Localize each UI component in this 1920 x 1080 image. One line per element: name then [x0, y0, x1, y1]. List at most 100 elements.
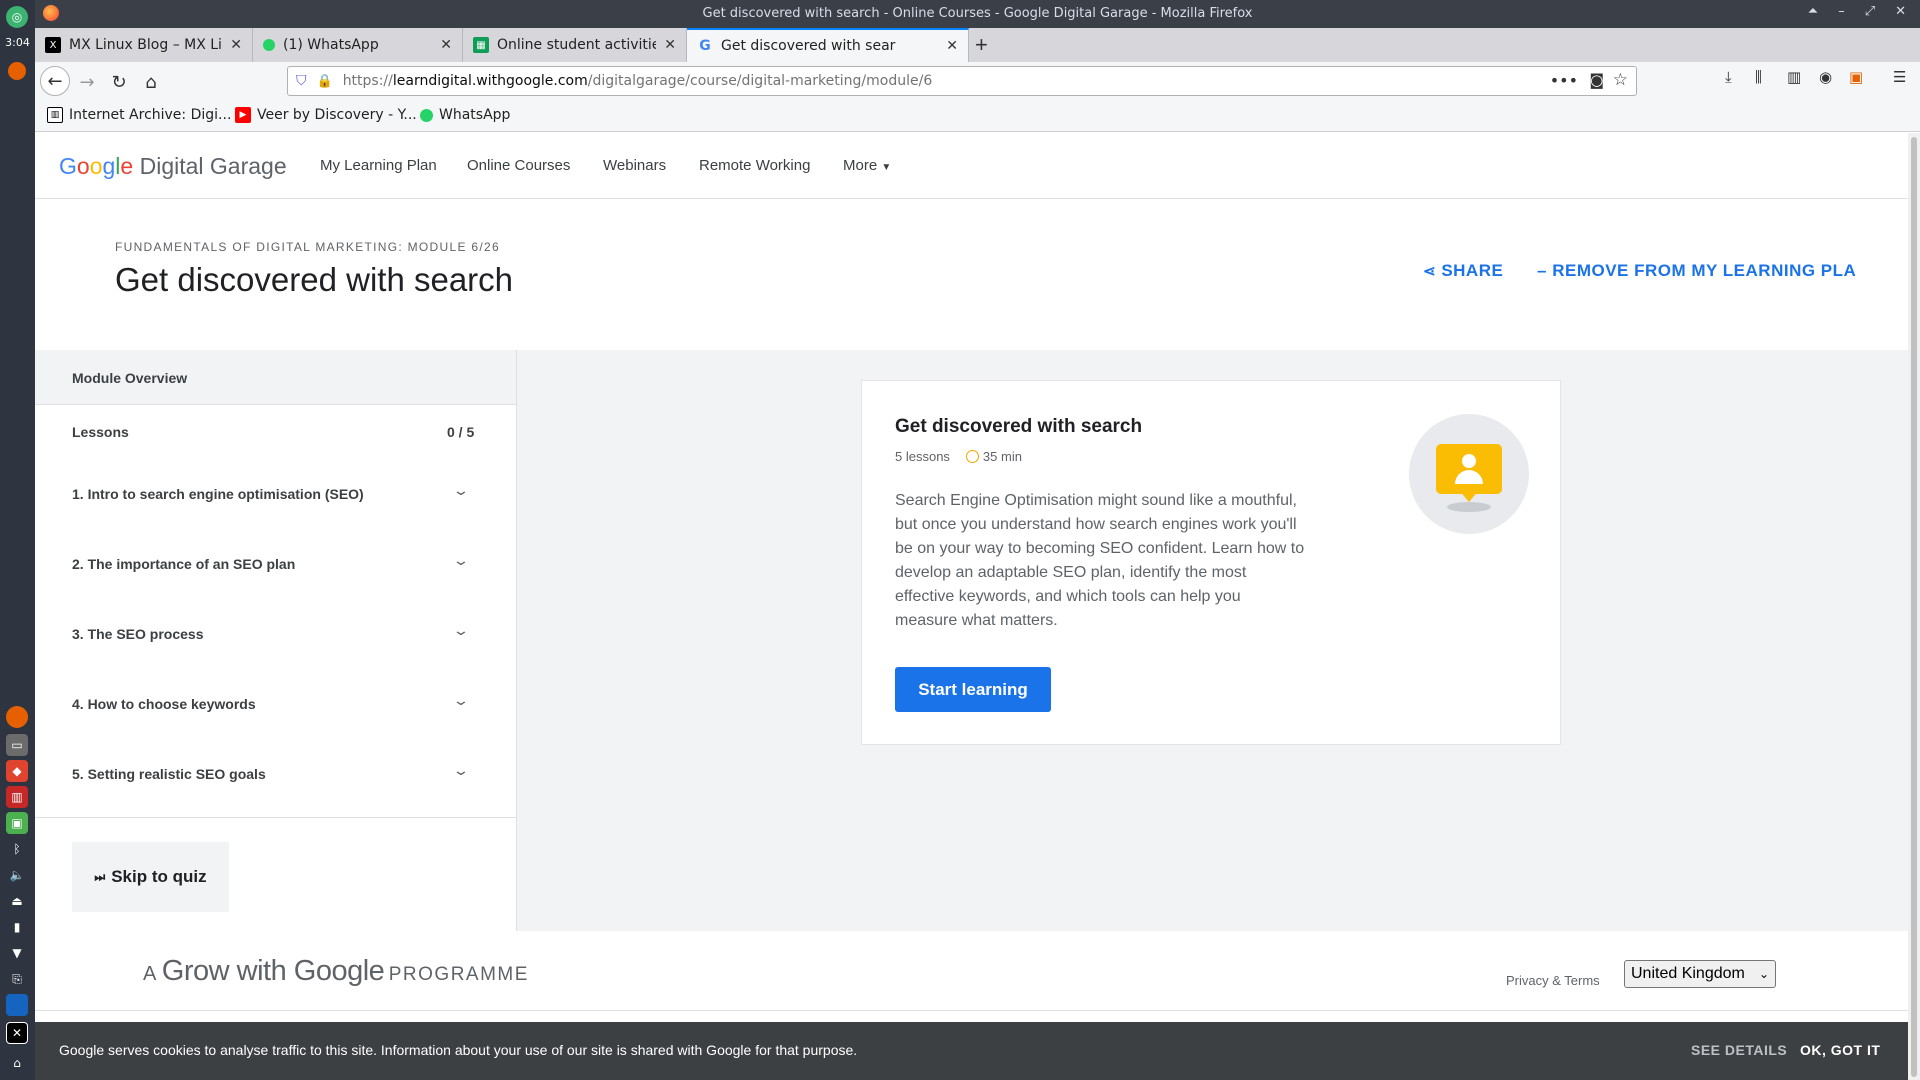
mx-menu-icon[interactable]: ◎ [6, 6, 28, 28]
tab-online-student-activities[interactable]: ▦ Online student activities ✕ [463, 28, 687, 62]
bookmark-label: Internet Archive: Digi... [69, 107, 232, 123]
skip-quiz-label: Skip to quiz [111, 867, 207, 886]
active-window-icon[interactable] [6, 994, 28, 1016]
bookmark-internet-archive[interactable]: ▥ Internet Archive: Digi... [47, 107, 231, 123]
new-tab-button[interactable]: + [975, 32, 988, 58]
nav-online-courses[interactable]: Online Courses [467, 157, 570, 174]
lesson-item[interactable]: 2. The importance of an SEO plan ⌄ [35, 552, 516, 626]
google-sheets-favicon-icon: ▦ [473, 37, 489, 53]
minimize-window-button[interactable]: – [1838, 4, 1845, 19]
sidebar-divider [35, 817, 516, 818]
clipboard-icon[interactable]: ▮ [6, 916, 28, 938]
tab-mx-linux-blog[interactable]: X MX Linux Blog – MX Linu ✕ [35, 28, 253, 62]
start-learning-button[interactable]: Start learning [895, 667, 1051, 712]
window-title: Get discovered with search - Online Cour… [702, 6, 1253, 21]
close-tab-icon[interactable]: ✕ [440, 37, 452, 53]
site-footer: A Grow with Google PROGRAMME Privacy & T… [35, 931, 1908, 1011]
lesson-item[interactable]: 1. Intro to search engine optimisation (… [35, 482, 516, 556]
see-details-button[interactable]: SEE DETAILS [1691, 1042, 1787, 1058]
home-button[interactable]: ⌂ [137, 68, 165, 96]
duration: 35 min [965, 448, 1022, 464]
firefox-launcher-icon[interactable] [8, 62, 26, 80]
volume-icon[interactable]: 🔈 [6, 864, 28, 886]
chevron-down-icon[interactable]: ⌄ [452, 552, 470, 569]
lesson-item[interactable]: 3. The SEO process ⌄ [35, 622, 516, 696]
paperclip-icon[interactable]: ⎘ [6, 968, 28, 990]
eject-icon[interactable]: ⏏ [6, 890, 28, 912]
nav-remote-working[interactable]: Remote Working [699, 157, 810, 174]
chevron-down-icon[interactable]: ⌄ [452, 482, 470, 499]
page-scrollbar[interactable] [1908, 133, 1920, 1080]
lesson-count: 5 lessons [895, 448, 950, 464]
lesson-title: 3. The SEO process [72, 626, 204, 642]
page-actions-icon[interactable]: ••• [1550, 71, 1578, 90]
close-tab-icon[interactable]: ✕ [664, 37, 676, 53]
library-icon[interactable]: ⫼ [1755, 68, 1762, 86]
lessons-progress-count: 0 / 5 [447, 424, 475, 440]
share-button[interactable]: ⋖ SHARE [1423, 261, 1503, 281]
bluetooth-icon[interactable]: ᛒ [6, 838, 28, 860]
maximize-window-button[interactable]: ⤢ [1865, 4, 1875, 19]
extension-icon[interactable]: ▣ [1849, 68, 1863, 86]
back-button[interactable]: ← [40, 66, 70, 96]
tab-whatsapp[interactable]: (1) WhatsApp ✕ [253, 28, 463, 62]
network-icon[interactable]: ▼ [6, 942, 28, 964]
lesson-item[interactable]: 5. Setting realistic SEO goals ⌄ [35, 762, 516, 836]
tracking-protection-icon[interactable]: ⛉ [296, 73, 307, 89]
system-clock: 3:04 [5, 36, 30, 49]
module-overview-link[interactable]: Module Overview [35, 350, 516, 405]
duration-value: 35 min [982, 449, 1022, 464]
navigation-bar: ← → ↻ ⌂ ⛉ 🔒 https://learndigital.withgoo… [35, 62, 1920, 100]
file-manager-icon[interactable]: ▭ [6, 734, 28, 756]
forward-button[interactable]: → [73, 68, 101, 96]
lesson-item[interactable]: 4. How to choose keywords ⌄ [35, 692, 516, 766]
pocket-icon[interactable]: ◙ [1589, 71, 1604, 89]
close-tab-icon[interactable]: ✕ [946, 38, 958, 54]
google-digital-garage-logo[interactable]: Google Digital Garage [59, 153, 287, 180]
window-titlebar: Get discovered with search - Online Cour… [35, 0, 1920, 28]
ok-got-it-button[interactable]: OK, GOT IT [1800, 1042, 1880, 1058]
scrollbar-thumb[interactable] [1911, 137, 1917, 1077]
close-window-button[interactable]: ✕ [1895, 4, 1906, 19]
country-select[interactable]: United Kingdom ⌄ [1624, 960, 1776, 988]
nav-my-learning-plan[interactable]: My Learning Plan [320, 157, 437, 174]
grow-suffix: PROGRAMME [388, 964, 529, 985]
nav-more[interactable]: More ▼ [843, 157, 891, 174]
downloads-icon[interactable]: ⤓ [1725, 68, 1732, 86]
account-icon[interactable]: ◉ [1819, 68, 1832, 86]
logout-icon[interactable]: ⌂ [6, 1052, 28, 1074]
sidebar-toggle-icon[interactable]: ▥ [1787, 68, 1801, 86]
internet-archive-icon: ▥ [47, 107, 63, 123]
caret-down-icon: ▼ [881, 162, 892, 173]
shade-window-button[interactable]: ⏶ [1808, 4, 1818, 19]
bookmark-veer-by-discovery[interactable]: ▶ Veer by Discovery - Y... [235, 107, 417, 123]
window-controls: ⏶ – ⤢ ✕ [1808, 4, 1906, 19]
remove-from-learning-plan-button[interactable]: – REMOVE FROM MY LEARNING PLA [1537, 261, 1856, 281]
bookmark-star-icon[interactable]: ☆ [1613, 70, 1628, 90]
reload-button[interactable]: ↻ [105, 68, 133, 96]
nav-webinars[interactable]: Webinars [603, 157, 666, 174]
chevron-down-icon[interactable]: ⌄ [452, 692, 470, 709]
image-viewer-icon[interactable]: ▣ [6, 812, 28, 834]
menu-hamburger-icon[interactable]: ☰ [1893, 68, 1906, 86]
system-panel: ◎ 3:04 ▭ ◆ ▥ ▣ ᛒ 🔈 ⏏ ▮ ▼ ⎘ ✕ ⌂ [0, 0, 35, 1080]
mx-logo-icon[interactable]: ✕ [6, 1022, 28, 1044]
privacy-terms-link[interactable]: Privacy & Terms [1506, 973, 1600, 988]
archive-icon[interactable]: ▥ [6, 786, 28, 808]
card-title: Get discovered with search [895, 416, 1143, 437]
chevron-down-icon[interactable]: ⌄ [452, 762, 470, 779]
bookmark-whatsapp[interactable]: WhatsApp [420, 107, 510, 123]
tab-get-discovered-with-search[interactable]: G Get discovered with sear ✕ [687, 28, 969, 62]
module-eyebrow: FUNDAMENTALS OF DIGITAL MARKETING: MODUL… [115, 240, 500, 254]
url-path: /digitalgarage/course/digital-marketing/… [587, 73, 933, 89]
minus-icon: – [1537, 261, 1547, 280]
chevron-down-icon[interactable]: ⌄ [452, 622, 470, 639]
lock-icon[interactable]: 🔒 [317, 74, 333, 89]
grow-with-google-logo[interactable]: A Grow with Google PROGRAMME [143, 955, 529, 988]
url-bar[interactable]: ⛉ 🔒 https://learndigital.withgoogle.com/… [287, 66, 1637, 96]
firefox-taskbar-icon[interactable] [6, 706, 28, 728]
close-tab-icon[interactable]: ✕ [230, 37, 242, 53]
anydesk-icon[interactable]: ◆ [6, 760, 28, 782]
skip-to-quiz-button[interactable]: ⏭ Skip to quiz [72, 842, 229, 912]
lesson-title: 4. How to choose keywords [72, 696, 256, 712]
